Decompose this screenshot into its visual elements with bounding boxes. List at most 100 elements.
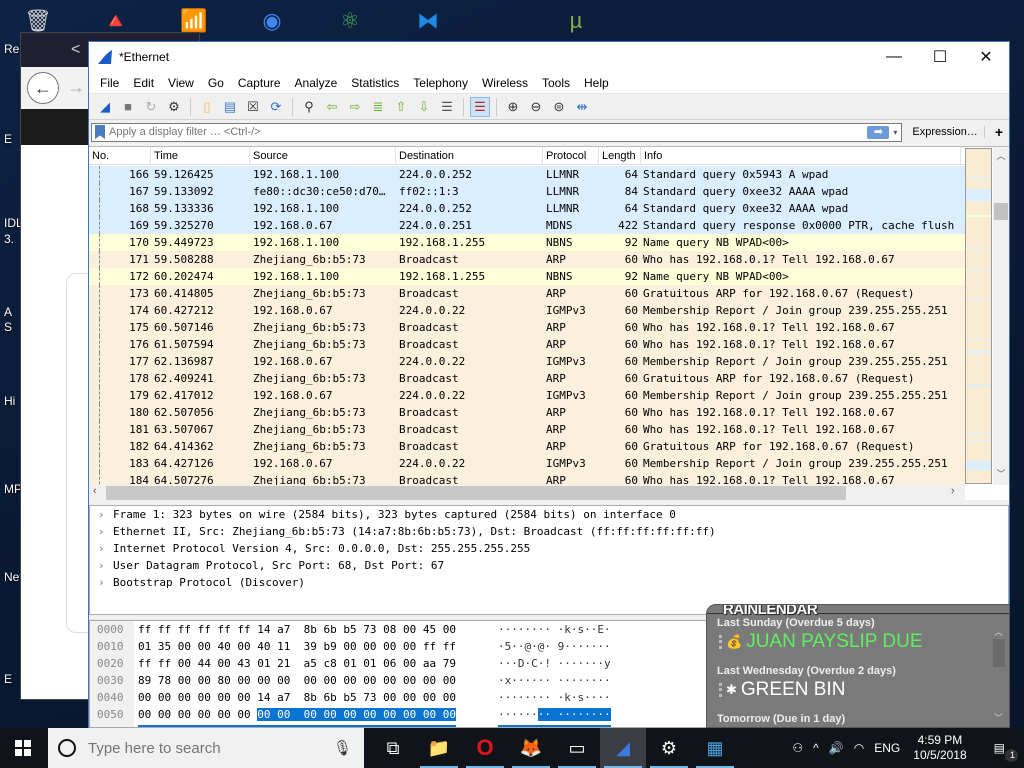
menu-go[interactable]: Go — [201, 76, 231, 90]
packet-row[interactable]: 180 62.507056 Zhejiang_6b:b5:73 Broadcast AR… — [89, 404, 965, 421]
atom-desktop-icon[interactable]: ⚛ — [334, 6, 366, 36]
hex-byte[interactable]: 00 — [403, 708, 417, 721]
hex-byte[interactable]: ff — [198, 623, 211, 636]
packet-row[interactable]: 171 59.508288 Zhejiang_6b:b5:73 Broadcast AR… — [89, 251, 965, 268]
hex-byte[interactable]: 44 — [198, 657, 211, 670]
ascii-bytes[interactable]: ···D·C·! ·······y — [498, 655, 611, 672]
hex-byte[interactable]: 00 — [403, 674, 416, 687]
hex-byte[interactable]: 8b — [304, 623, 317, 636]
reload-file-icon[interactable]: ⟳ — [266, 97, 286, 117]
hex-byte[interactable]: 08 — [383, 623, 396, 636]
hex-byte[interactable]: a7 — [277, 691, 290, 704]
hex-byte[interactable]: 00 — [343, 640, 356, 653]
detail-tree-item[interactable]: › Frame 1: 323 bytes on wire (2584 bits),… — [90, 506, 1008, 523]
taskbar-command-prompt[interactable]: ▭ — [554, 728, 600, 768]
hex-bytes[interactable]: 00 00 00 00 00 00 14 a7 8b 6b b5 73 00 0… — [138, 689, 456, 706]
taskbar-opera[interactable]: O — [462, 728, 508, 768]
drag-handle-icon[interactable] — [719, 683, 722, 697]
input-language[interactable]: ENG — [869, 741, 905, 755]
hex-byte[interactable]: 00 — [323, 708, 337, 721]
scroll-thumb[interactable] — [994, 203, 1008, 220]
taskbar-task-view[interactable]: ⧉ — [370, 728, 416, 768]
hex-byte[interactable]: 00 — [343, 708, 357, 721]
autoscroll-icon[interactable]: ☰ — [437, 97, 457, 117]
hex-byte[interactable]: ff — [218, 623, 231, 636]
hex-byte[interactable]: 80 — [218, 674, 231, 687]
packet-row[interactable]: 172 60.202474 192.168.1.100 192.168.1.255 NB… — [89, 268, 965, 285]
packet-row[interactable]: 182 64.414362 Zhejiang_6b:b5:73 Broadcast AR… — [89, 438, 965, 455]
hex-byte[interactable]: ff — [443, 640, 456, 653]
expand-arrow-icon[interactable]: › — [98, 540, 113, 557]
hex-byte[interactable]: 00 — [403, 623, 416, 636]
packet-row[interactable]: 178 62.409241 Zhejiang_6b:b5:73 Broadcast AR… — [89, 370, 965, 387]
restart-capture-icon[interactable]: ↻ — [141, 97, 161, 117]
browser-back-button[interactable]: ← — [27, 72, 59, 104]
ascii-bytes[interactable]: ········ ········ — [498, 706, 611, 723]
hex-byte[interactable]: ff — [158, 623, 171, 636]
hex-bytes[interactable]: 89 78 00 00 80 00 00 00 00 00 00 00 00 0… — [138, 672, 456, 689]
hex-byte[interactable]: 35 — [158, 640, 171, 653]
packet-minimap[interactable] — [965, 148, 992, 484]
hex-byte[interactable]: 79 — [443, 657, 456, 670]
hex-byte[interactable]: 00 — [218, 657, 231, 670]
hex-byte[interactable]: 00 — [422, 708, 437, 721]
hex-byte[interactable]: 00 — [343, 674, 356, 687]
hex-byte[interactable]: 00 — [198, 674, 211, 687]
expand-arrow-icon[interactable]: › — [98, 574, 113, 591]
ascii-bytes[interactable]: ········ ·k·s···· — [498, 689, 611, 706]
desktop-icon-label[interactable]: 3. — [4, 232, 14, 246]
start-capture-icon[interactable]: ◢ — [95, 97, 115, 117]
go-forward-icon[interactable]: ⇨ — [345, 97, 365, 117]
scroll-left-icon[interactable]: ‹ — [93, 485, 97, 497]
scroll-down-icon[interactable]: ﹀ — [994, 711, 1003, 724]
menu-statistics[interactable]: Statistics — [344, 76, 406, 90]
expand-arrow-icon[interactable]: › — [98, 523, 113, 540]
hex-byte[interactable]: ff — [178, 623, 191, 636]
column-header-source[interactable]: Source — [250, 147, 396, 164]
hex-byte[interactable]: 00 — [403, 691, 416, 704]
hex-byte[interactable]: 14 — [257, 623, 270, 636]
rainlendar-event[interactable]: ✱ GREEN BIN — [719, 679, 845, 701]
hex-byte[interactable]: 00 — [303, 708, 317, 721]
hex-byte[interactable]: 00 — [178, 674, 191, 687]
hex-bytes[interactable]: ff ff ff ff ff ff 14 a7 8b 6b b5 73 08 0… — [138, 621, 456, 638]
hex-byte[interactable]: 40 — [257, 640, 270, 653]
column-header-protocol[interactable]: Protocol — [543, 147, 599, 164]
hex-byte[interactable]: 00 — [237, 691, 250, 704]
hex-byte[interactable]: 01 — [257, 657, 270, 670]
add-filter-button[interactable]: + — [989, 124, 1007, 140]
detail-tree-item[interactable]: › User Datagram Protocol, Src Port: 68, D… — [90, 557, 1008, 574]
colorize-icon[interactable]: ☰ — [470, 96, 490, 117]
hex-byte[interactable]: 00 — [383, 640, 396, 653]
hex-byte[interactable]: 00 — [443, 691, 456, 704]
filter-history-dropdown[interactable]: ▾ — [893, 128, 897, 137]
hex-byte[interactable]: 11 — [277, 640, 290, 653]
stop-capture-icon[interactable]: ■ — [118, 97, 138, 117]
hex-byte[interactable]: 40 — [218, 640, 231, 653]
hex-byte[interactable]: 00 — [383, 708, 397, 721]
hex-byte[interactable]: 00 — [178, 657, 191, 670]
hex-byte[interactable]: 14 — [257, 691, 270, 704]
hex-bytes[interactable]: 00 00 00 00 00 00 00 00 00 00 00 00 00 0… — [138, 706, 456, 723]
ascii-bytes[interactable]: ·x······ ········ — [498, 672, 611, 689]
hex-bytes[interactable]: 01 35 00 00 40 00 40 11 39 b9 00 00 00 0… — [138, 638, 456, 655]
packet-row[interactable]: 177 62.136987 192.168.0.67 224.0.0.22 IGMPv3… — [89, 353, 965, 370]
hex-byte[interactable]: 00 — [257, 708, 271, 721]
menu-help[interactable]: Help — [577, 76, 616, 90]
menu-view[interactable]: View — [161, 76, 201, 90]
hex-byte[interactable]: 8b — [304, 691, 317, 704]
hex-byte[interactable]: 00 — [158, 708, 171, 721]
hex-byte[interactable]: ff — [237, 623, 250, 636]
desktop-icon-label[interactable]: S — [4, 320, 12, 334]
detail-tree-item[interactable]: › Bootstrap Protocol (Discover) — [90, 574, 1008, 591]
microphone-icon[interactable]: 🎙 — [333, 739, 352, 757]
wifi-icon[interactable]: ◠ — [849, 741, 869, 755]
hex-byte[interactable]: ff — [138, 657, 151, 670]
bookmark-icon[interactable] — [95, 125, 105, 139]
drag-handle-icon[interactable] — [719, 635, 722, 649]
save-file-icon[interactable]: ▤ — [220, 97, 240, 117]
packet-row[interactable]: 179 62.417012 192.168.0.67 224.0.0.22 IGMPv3… — [89, 387, 965, 404]
open-file-icon[interactable]: ▯ — [197, 97, 217, 117]
packet-row[interactable]: 174 60.427212 192.168.0.67 224.0.0.22 IGMPv3… — [89, 302, 965, 319]
go-to-packet-icon[interactable]: ≣ — [368, 97, 388, 117]
